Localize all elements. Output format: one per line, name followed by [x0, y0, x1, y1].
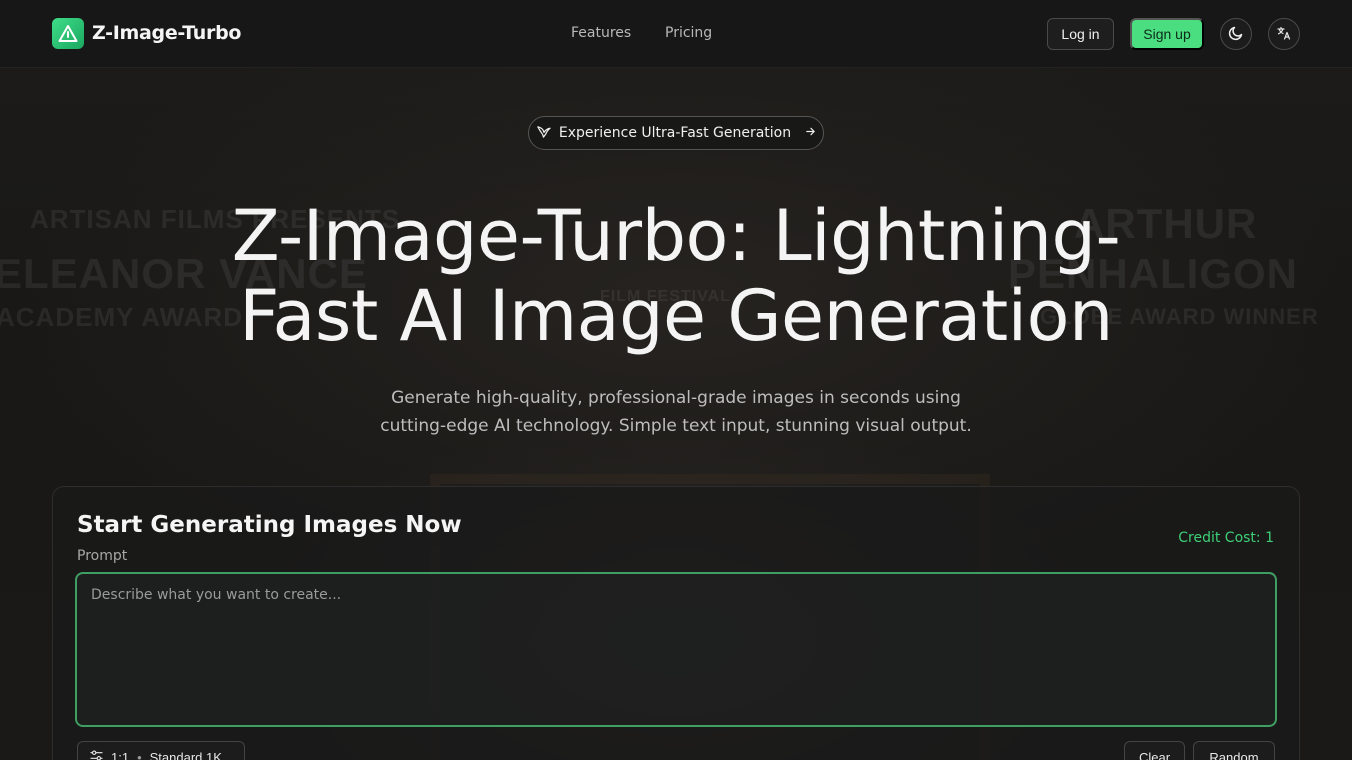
- aspect-ratio-value: 1:1: [111, 749, 130, 760]
- prompt-input[interactable]: [75, 572, 1277, 727]
- hero-badge-label: Experience Ultra-Fast Generation: [558, 125, 792, 141]
- sparkle-bird-icon: [536, 124, 551, 143]
- credit-cost: Credit Cost: 1: [1178, 530, 1274, 546]
- sliders-icon: [90, 749, 103, 760]
- quality-value: Standard 1K: [149, 749, 222, 760]
- hero-title-line: Fast AI Image Generation: [239, 275, 1113, 357]
- login-button[interactable]: Log in: [1047, 18, 1114, 50]
- theme-toggle-button[interactable]: [1220, 18, 1252, 50]
- hero-title: Z-Image-Turbo: Lightning- Fast AI Image …: [100, 196, 1252, 356]
- hero-title-line: Z-Image-Turbo: Lightning-: [231, 195, 1121, 277]
- clear-button[interactable]: Clear: [1124, 741, 1185, 760]
- image-settings-button[interactable]: 1:1 • Standard 1K: [77, 741, 245, 760]
- hero-subtitle: Generate high-quality, professional-grad…: [326, 384, 1026, 440]
- hero-subtitle-line: Generate high-quality, professional-grad…: [391, 388, 961, 408]
- moon-icon: [1228, 25, 1244, 44]
- nav-link-features[interactable]: Features: [571, 25, 631, 41]
- logo-icon[interactable]: [52, 18, 84, 49]
- brand-name[interactable]: Z-Image-Turbo: [92, 22, 241, 44]
- top-nav: Z-Image-Turbo Features Pricing Log in Si…: [0, 0, 1352, 68]
- signup-button[interactable]: Sign up: [1130, 18, 1204, 50]
- separator-dot: •: [137, 749, 142, 760]
- nav-link-pricing[interactable]: Pricing: [665, 25, 712, 41]
- hero-badge-link[interactable]: Experience Ultra-Fast Generation: [528, 116, 824, 150]
- hero-subtitle-line: cutting-edge AI technology. Simple text …: [380, 416, 972, 436]
- random-button[interactable]: Random: [1193, 741, 1275, 760]
- generator-title: Start Generating Images Now: [77, 512, 462, 538]
- arrow-right-icon: [805, 125, 816, 141]
- prompt-label: Prompt: [77, 548, 128, 564]
- translate-icon: [1277, 26, 1291, 43]
- language-button[interactable]: [1268, 18, 1300, 50]
